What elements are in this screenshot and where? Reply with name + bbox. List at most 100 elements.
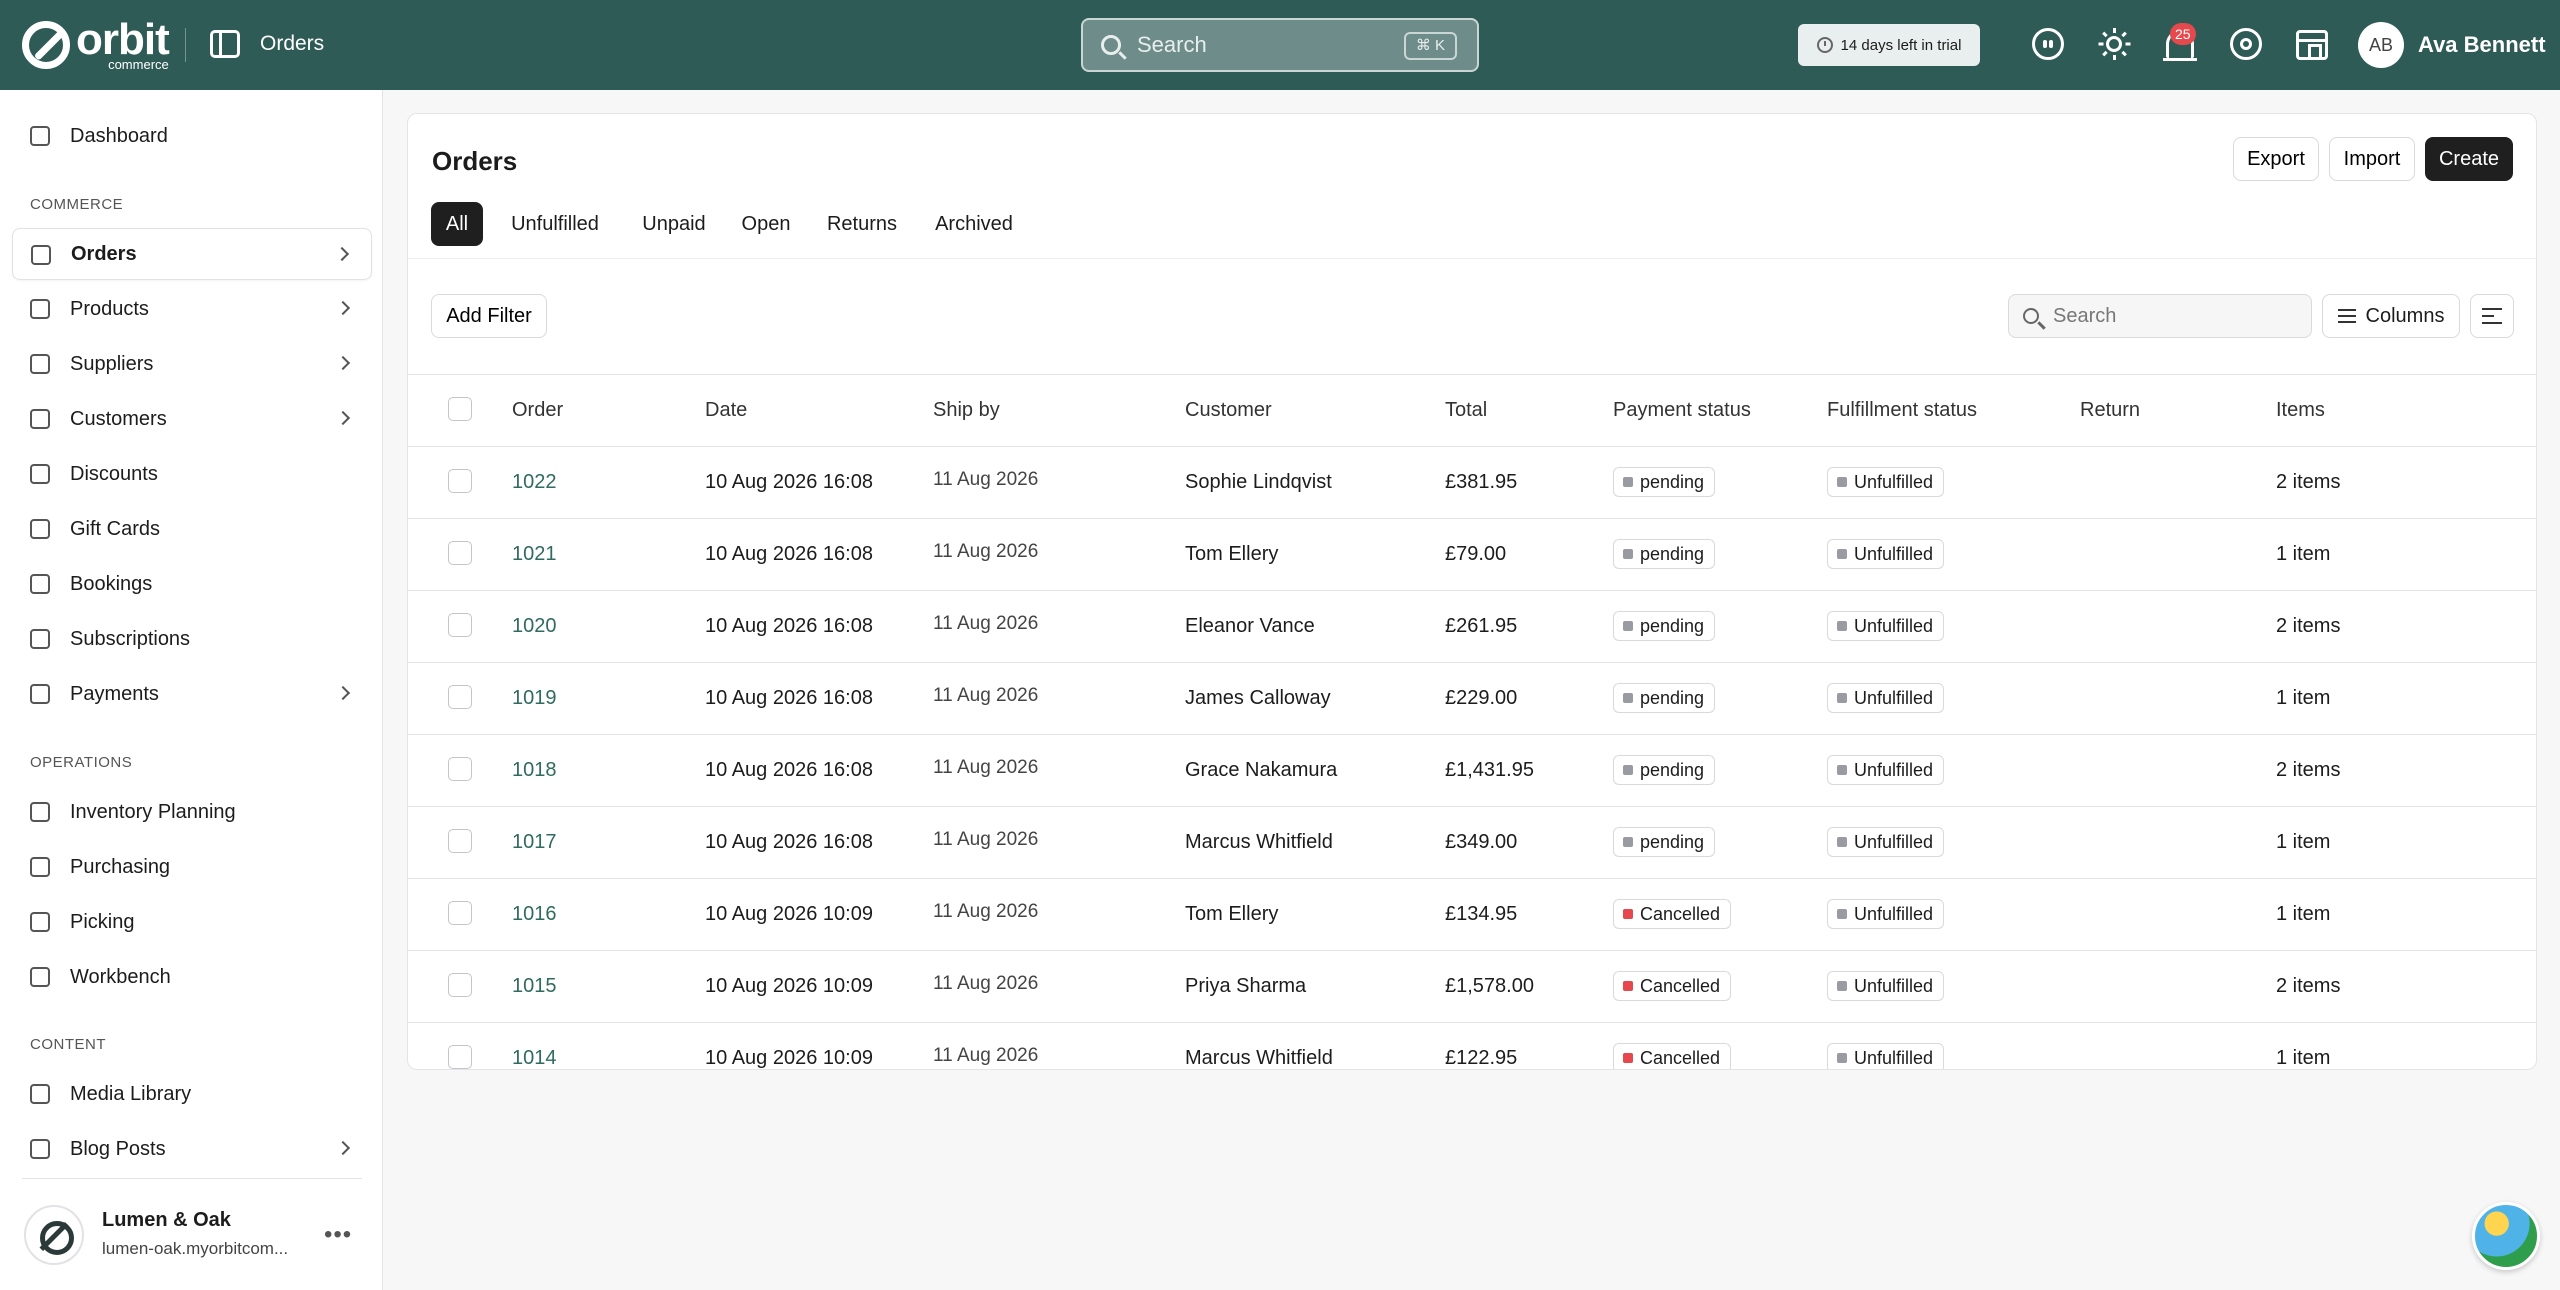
- customer-name: Priya Sharma: [1185, 975, 1307, 997]
- column-header-items[interactable]: Items: [2276, 399, 2325, 422]
- order-number-link[interactable]: 1014: [512, 1047, 557, 1069]
- sidebar-item-blog-posts[interactable]: Blog Posts: [12, 1123, 372, 1175]
- fulfillment-status-badge: Unfulfilled: [1827, 899, 1945, 929]
- sidebar-item-payments[interactable]: Payments: [12, 668, 372, 720]
- table-row[interactable]: 1021 10 Aug 2026 16:08 11 Aug 2026 Tom Elle…: [408, 519, 2536, 591]
- sidebar-item-workbench[interactable]: Workbench: [12, 951, 372, 1003]
- row-checkbox[interactable]: [448, 901, 472, 925]
- table-row[interactable]: 1022 10 Aug 2026 16:08 11 Aug 2026 Sophie L…: [408, 447, 2536, 519]
- sidebar-item-picking[interactable]: Picking: [12, 896, 372, 948]
- help-icon: [2230, 28, 2262, 60]
- sidebar-item-suppliers[interactable]: Suppliers: [12, 338, 372, 390]
- sidebar-item-inventory-planning[interactable]: Inventory Planning: [12, 786, 372, 838]
- avatar[interactable]: AB: [2358, 22, 2404, 68]
- tab-returns[interactable]: Returns: [811, 202, 913, 246]
- top-bar: orbit commerce Orders Search ⌘ K 14 days…: [0, 0, 2560, 90]
- items-count: 1 item: [2276, 831, 2331, 853]
- column-header-order[interactable]: Order: [512, 399, 563, 422]
- column-header-payment-status[interactable]: Payment status: [1613, 399, 1751, 422]
- ship-by-date: 11 Aug 2026: [933, 829, 1039, 850]
- sidebar-item-orders[interactable]: Orders: [12, 228, 372, 280]
- support-chat-bubble-icon[interactable]: [2472, 1202, 2540, 1270]
- brand-logo[interactable]: orbit commerce: [22, 15, 170, 71]
- table-row[interactable]: 1017 10 Aug 2026 16:08 11 Aug 2026 Marcus W…: [408, 807, 2536, 879]
- column-header-ship-by[interactable]: Ship by: [933, 399, 1000, 422]
- tab-unpaid[interactable]: Unpaid: [627, 202, 721, 246]
- sidebar-item-label: Gift Cards: [70, 517, 161, 540]
- sort-button[interactable]: [2470, 294, 2514, 338]
- sidebar-item-discounts[interactable]: Discounts: [12, 448, 372, 500]
- sidebar-item-subscriptions[interactable]: Subscriptions: [12, 613, 372, 665]
- tab-unfulfilled[interactable]: Unfulfilled: [495, 202, 615, 246]
- column-header-fulfillment-status[interactable]: Fulfillment status: [1827, 399, 1977, 422]
- trial-badge[interactable]: 14 days left in trial: [1798, 24, 1980, 66]
- cart-icon: [30, 857, 50, 877]
- sidebar-item-label: Discounts: [70, 462, 158, 485]
- sidebar-item-bookings[interactable]: Bookings: [12, 558, 372, 610]
- global-search-input[interactable]: Search ⌘ K: [1081, 18, 1479, 72]
- sidebar-item-products[interactable]: Products: [12, 283, 372, 335]
- column-header-customer[interactable]: Customer: [1185, 399, 1272, 422]
- row-checkbox[interactable]: [448, 469, 472, 493]
- sidebar-item-dashboard[interactable]: Dashboard: [12, 110, 372, 162]
- table-row[interactable]: 1019 10 Aug 2026 16:08 11 Aug 2026 James Ca…: [408, 663, 2536, 735]
- order-total: £381.95: [1445, 471, 1518, 493]
- store-domain: lumen-oak.myorbitcom...: [102, 1239, 289, 1258]
- sidebar-toggle-icon[interactable]: [210, 30, 240, 58]
- row-checkbox[interactable]: [448, 541, 472, 565]
- table-row[interactable]: 1015 10 Aug 2026 10:09 11 Aug 2026 Priya Sh…: [408, 951, 2536, 1023]
- column-header-date[interactable]: Date: [705, 399, 747, 422]
- select-all-checkbox[interactable]: [448, 397, 472, 421]
- table-row[interactable]: 1014 10 Aug 2026 10:09 11 Aug 2026 Marcus W…: [408, 1023, 2536, 1069]
- create-button[interactable]: Create: [2425, 137, 2513, 181]
- brand-name: orbit: [76, 15, 170, 64]
- ship-by-date: 11 Aug 2026: [933, 757, 1039, 778]
- sidebar-item-gift-cards[interactable]: Gift Cards: [12, 503, 372, 555]
- row-checkbox[interactable]: [448, 685, 472, 709]
- items-count: 2 items: [2276, 615, 2341, 637]
- table-row[interactable]: 1016 10 Aug 2026 10:09 11 Aug 2026 Tom Elle…: [408, 879, 2536, 951]
- sidebar-item-purchasing[interactable]: Purchasing: [12, 841, 372, 893]
- discord-button[interactable]: [2032, 28, 2066, 62]
- order-total: £1,578.00: [1445, 975, 1534, 997]
- tab-all[interactable]: All: [431, 202, 483, 246]
- store-button[interactable]: [2296, 28, 2330, 62]
- row-checkbox[interactable]: [448, 757, 472, 781]
- row-checkbox[interactable]: [448, 973, 472, 997]
- help-button[interactable]: [2230, 28, 2264, 62]
- more-options-icon[interactable]: •••: [324, 1221, 352, 1249]
- table-row[interactable]: 1018 10 Aug 2026 16:08 11 Aug 2026 Grace Na…: [408, 735, 2536, 807]
- add-filter-button[interactable]: Add Filter: [431, 294, 547, 338]
- order-number-link[interactable]: 1019: [512, 687, 557, 710]
- order-number-link[interactable]: 1017: [512, 831, 557, 854]
- table-row[interactable]: 1020 10 Aug 2026 16:08 11 Aug 2026 Eleanor …: [408, 591, 2536, 663]
- tab-open[interactable]: Open: [727, 202, 805, 246]
- ship-by-date: 11 Aug 2026: [933, 613, 1039, 634]
- import-button[interactable]: Import: [2329, 137, 2415, 181]
- order-number-link[interactable]: 1021: [512, 543, 557, 566]
- column-header-return[interactable]: Return: [2080, 399, 2140, 422]
- order-number-link[interactable]: 1018: [512, 759, 557, 782]
- row-checkbox[interactable]: [448, 829, 472, 853]
- store-switcher[interactable]: Lumen & Oak lumen-oak.myorbitcom... •••: [22, 1178, 362, 1265]
- table-search-input[interactable]: Search: [2008, 294, 2312, 338]
- sidebar-item-customers[interactable]: Customers: [12, 393, 372, 445]
- fulfillment-status-badge: Unfulfilled: [1827, 755, 1945, 785]
- column-header-total[interactable]: Total: [1445, 399, 1487, 422]
- order-date: 10 Aug 2026 10:09: [705, 1047, 873, 1069]
- theme-toggle-button[interactable]: [2098, 28, 2132, 62]
- row-checkbox[interactable]: [448, 613, 472, 637]
- sidebar-item-media-library[interactable]: Media Library: [12, 1068, 372, 1120]
- order-number-link[interactable]: 1020: [512, 615, 557, 638]
- columns-button[interactable]: Columns: [2322, 294, 2460, 338]
- discord-icon: [2032, 28, 2064, 60]
- ship-by-date: 11 Aug 2026: [933, 685, 1039, 706]
- order-number-link[interactable]: 1016: [512, 903, 557, 926]
- tab-archived[interactable]: Archived: [919, 202, 1029, 246]
- user-name[interactable]: Ava Bennett: [2418, 32, 2546, 58]
- order-number-link[interactable]: 1015: [512, 975, 557, 998]
- row-checkbox[interactable]: [448, 1045, 472, 1069]
- export-button[interactable]: Export: [2233, 137, 2319, 181]
- order-date: 10 Aug 2026 16:08: [705, 543, 873, 565]
- order-number-link[interactable]: 1022: [512, 471, 557, 494]
